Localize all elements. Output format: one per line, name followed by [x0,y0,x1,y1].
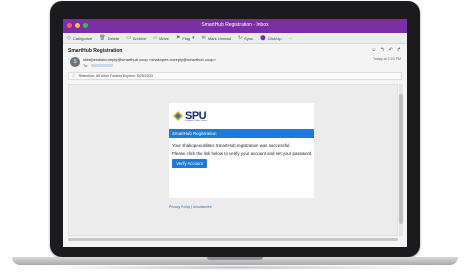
categorize-button[interactable]: ◇ Categorize [67,35,92,41]
reply-all-icon[interactable]: ↶ [389,47,393,53]
tag-icon: ◇ [67,35,71,41]
trash-icon: 🗑︎ [99,35,106,41]
toolbar-label: Delete [107,35,120,41]
spu-logo: SPU Shakopee Public Utilities [173,109,215,123]
footer-links[interactable]: Privacy Policy | Unsubscribe [169,205,212,209]
window-titlebar: SmartHub Registration - Inbox [63,19,407,33]
delete-button[interactable]: 🗑︎ Delete [99,35,119,41]
move-button[interactable]: ▱ Move [153,35,169,41]
toolbar-label: Archive [132,35,147,41]
window-title: SmartHub Registration - Inbox [201,22,269,28]
clickup-icon: ⬤ [260,35,266,41]
recipient-line: To: [83,63,114,68]
forward-icon[interactable]: ↱ [397,47,401,53]
instruction-message: Please click the link below to verify yo… [172,151,313,156]
message-actions: ☺ ↰ ↶ ↱ [371,47,401,53]
to-label: To: [83,63,89,68]
message-subject: SmartHub Registration [68,48,123,54]
sync-button[interactable]: ↻ Sync [238,35,253,41]
recipient-chip[interactable] [91,64,114,68]
toolbar-label: Sync [244,35,254,41]
logo-subtitle: Shakopee Public Utilities [185,120,208,122]
verify-account-button[interactable]: Verify Account [172,159,207,168]
toolbar-label: Move [159,35,169,41]
retention-banner: ⓘ Retention: All other Folders Expires: … [68,72,402,80]
avatar: S [70,57,80,67]
logo-mark-icon [173,111,183,121]
toolbar-label: Flag [182,35,191,41]
archive-button[interactable]: ▭ Archive [126,35,146,41]
folder-icon: ▱ [153,35,158,41]
screen: SmartHub Registration - Inbox ◇ Categori… [63,19,407,247]
success-message: Your shakopeeutilities SmartHub registra… [172,143,291,148]
scrollbar-thumb[interactable] [399,94,403,224]
toolbar-label: ClickUp [267,35,282,41]
chevron-down-icon: ▾ [192,35,195,41]
smiley-icon[interactable]: ☺ [371,47,376,53]
mail-toolbar: ◇ Categorize 🗑︎ Delete ▭ Archive ▱ Move … [63,33,407,44]
flag-button[interactable]: ⚑ Flag ▾ [176,35,195,41]
info-icon: ⓘ [72,74,76,78]
archive-icon: ▭ [126,35,131,41]
email-card: SPU Shakopee Public Utilities SmartHub R… [169,103,314,198]
more-icon: ··· [288,35,293,41]
laptop-notch [207,257,263,260]
retention-text: Retention: All other Folders Expires: 9/… [78,74,153,78]
toolbar-label: Categorize [72,35,93,41]
flag-icon: ⚑ [175,35,181,41]
laptop-shadow [30,265,440,270]
registration-banner: SmartHub Registration [169,129,314,138]
more-button[interactable]: ··· [288,36,292,41]
mark-unread-button[interactable]: ✉ Mark Unread [202,35,231,41]
sender-address[interactable]: sfdsfpesdsknoreply@smarthub.coop <shakop… [83,57,216,62]
sync-icon: ↻ [237,35,243,41]
clickup-button[interactable]: ⬤ ClickUp [260,35,281,41]
reply-icon[interactable]: ↰ [380,47,384,53]
toolbar-label: Mark Unread [207,35,231,41]
horizontal-scrollbar[interactable] [68,238,398,241]
message-date: Today at 2:23 PM [373,57,401,61]
envelope-icon: ✉ [201,35,206,41]
